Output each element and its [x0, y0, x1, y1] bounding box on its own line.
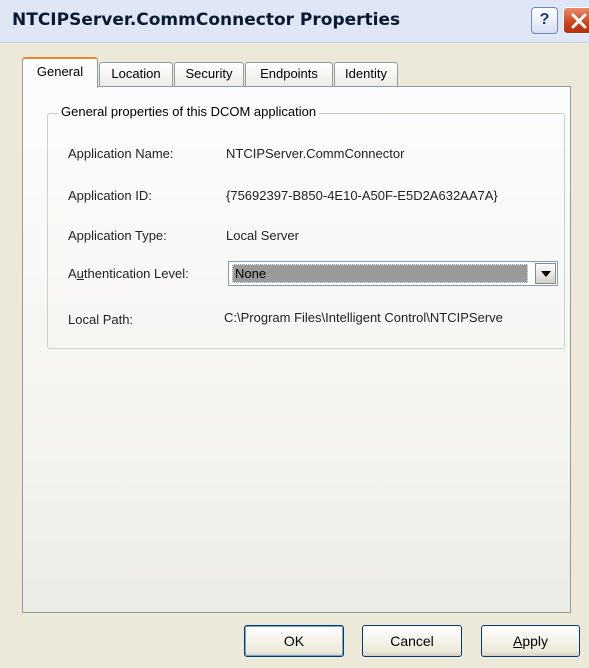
tab-security[interactable]: Security — [174, 62, 244, 86]
properties-dialog: NTCIPServer.CommConnector Properties ? G… — [0, 0, 589, 668]
window-title: NTCIPServer.CommConnector Properties — [12, 10, 401, 30]
general-tab-panel: General properties of this DCOM applicat… — [22, 86, 571, 613]
dropdown-button[interactable] — [535, 263, 556, 284]
authentication-label-start: A — [68, 266, 77, 281]
application-type-label: Application Type: — [68, 228, 167, 243]
authentication-level-value: None — [232, 264, 528, 283]
tab-endpoints[interactable]: Endpoints — [245, 62, 333, 86]
application-id-value: {75692397-B850-4E10-A50F-E5D2A632AA7A} — [226, 188, 498, 203]
tab-location[interactable]: Location — [99, 62, 173, 86]
ok-button[interactable]: OK — [244, 625, 344, 657]
apply-accelerator: A — [512, 633, 523, 649]
group-title: General properties of this DCOM applicat… — [58, 104, 320, 119]
local-path-value: C:\Program Files\Intelligent Control\NTC… — [224, 310, 503, 325]
authentication-label-end: thentication Level: — [83, 266, 189, 281]
apply-button[interactable]: Apply — [481, 625, 580, 657]
help-button[interactable]: ? — [531, 7, 558, 34]
tab-identity[interactable]: Identity — [334, 62, 398, 86]
cancel-button[interactable]: Cancel — [362, 625, 462, 657]
apply-label: pply — [522, 633, 549, 649]
title-bar[interactable]: NTCIPServer.CommConnector Properties ? — [0, 0, 589, 43]
application-id-label: Application ID: — [68, 188, 152, 203]
application-type-value: Local Server — [226, 228, 299, 243]
local-path-label: Local Path: — [68, 312, 134, 327]
application-name-label: Application Name: — [68, 146, 174, 161]
tab-general[interactable]: General — [22, 57, 98, 88]
general-properties-group: General properties of this DCOM applicat… — [47, 104, 565, 349]
authentication-level-label: Authentication Level: — [68, 266, 189, 281]
application-name-value: NTCIPServer.CommConnector — [226, 146, 405, 161]
authentication-label-accelerator: u — [76, 266, 84, 281]
close-icon — [571, 13, 587, 29]
close-button[interactable] — [563, 7, 589, 34]
chevron-down-icon — [541, 271, 551, 277]
authentication-level-select[interactable]: None — [228, 261, 558, 286]
